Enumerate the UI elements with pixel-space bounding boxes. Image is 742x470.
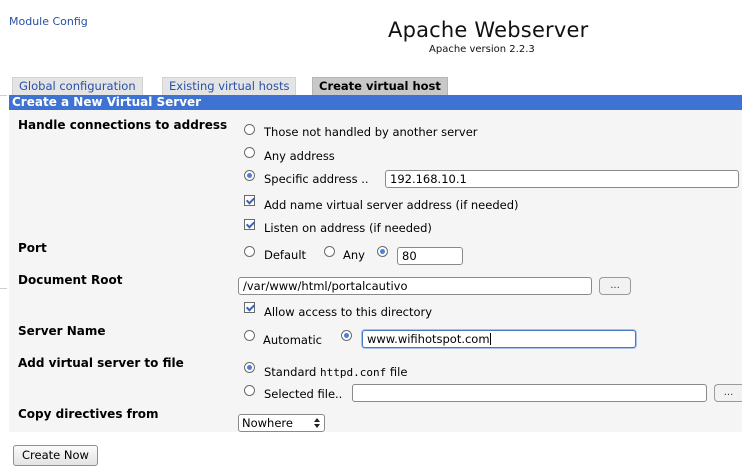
specific-address-input[interactable]: 192.168.10.1 [385, 170, 739, 188]
file-radio-selected[interactable] [244, 385, 255, 396]
text-cursor [489, 333, 491, 345]
allow-access-checkbox[interactable] [244, 302, 255, 313]
address-radio-any[interactable] [244, 147, 255, 158]
standard-text-post: file [386, 365, 408, 379]
server-name-option-automatic: Automatic [263, 333, 322, 347]
select-arrows-icon [314, 418, 320, 428]
port-option-default: Default [264, 248, 307, 262]
server-name-radio-custom[interactable] [341, 330, 352, 341]
add-name-virtual-label: Add name virtual server address (if need… [264, 198, 519, 212]
add-to-file-label: Add virtual server to file [18, 356, 184, 370]
server-name-radio-automatic[interactable] [244, 330, 255, 341]
selected-file-browse-button[interactable]: ... [714, 384, 742, 402]
listen-address-checkbox[interactable] [244, 219, 255, 230]
port-input[interactable]: 80 [397, 247, 463, 265]
address-option-specific: Specific address .. [264, 172, 369, 186]
document-root-browse-button[interactable]: ... [599, 277, 631, 295]
edge-mark [0, 95, 7, 96]
copy-directives-value: Nowhere [242, 416, 293, 430]
address-label: Handle connections to address [18, 118, 228, 132]
add-name-virtual-checkbox[interactable] [244, 195, 255, 206]
file-radio-standard[interactable] [244, 362, 255, 373]
page-title: Apache Webserver [388, 18, 589, 42]
tab-existing-virtual-hosts[interactable]: Existing virtual hosts [162, 77, 297, 95]
server-name-value: www.wifihotspot.com [367, 332, 490, 346]
server-name-input[interactable]: www.wifihotspot.com [362, 330, 636, 348]
address-option-unhandled: Those not handled by another server [264, 125, 478, 139]
httpd-conf-filename: httpd.conf [319, 366, 387, 379]
standard-text-pre: Standard [264, 365, 320, 379]
edge-mark [0, 288, 7, 289]
address-radio-specific[interactable] [244, 170, 255, 181]
section-header: Create a New Virtual Server [9, 95, 742, 110]
tab-global-configuration[interactable]: Global configuration [12, 77, 143, 95]
port-option-any: Any [343, 248, 365, 262]
allow-access-label: Allow access to this directory [264, 305, 433, 319]
selected-file-input[interactable] [352, 384, 707, 402]
listen-address-label: Listen on address (if needed) [264, 221, 432, 235]
file-option-standard: Standard httpd.conf file [264, 365, 407, 380]
create-now-button[interactable]: Create Now [13, 445, 98, 466]
file-option-selected: Selected file.. [264, 387, 343, 401]
module-config-link[interactable]: Module Config [9, 15, 88, 28]
address-option-any: Any address [264, 149, 335, 163]
page-subtitle: Apache version 2.2.3 [429, 44, 535, 55]
port-radio-default[interactable] [244, 246, 255, 257]
port-radio-any[interactable] [324, 246, 335, 257]
server-name-label: Server Name [18, 324, 106, 338]
port-radio-custom[interactable] [377, 246, 388, 257]
copy-directives-select[interactable]: Nowhere [238, 414, 325, 432]
copy-directives-label: Copy directives from [18, 407, 159, 421]
tab-create-virtual-host[interactable]: Create virtual host [312, 77, 448, 95]
document-root-label: Document Root [18, 273, 123, 287]
address-radio-unhandled[interactable] [244, 124, 255, 135]
document-root-input[interactable]: /var/www/html/portalcautivo [238, 277, 592, 295]
port-label: Port [18, 241, 47, 255]
